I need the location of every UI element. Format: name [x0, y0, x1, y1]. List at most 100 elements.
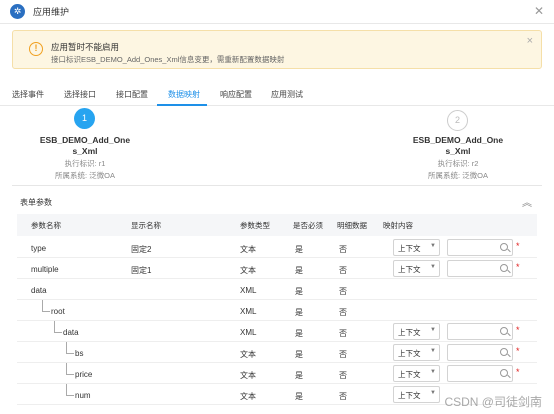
step-2-system: 所属系统: 泛微OA	[427, 171, 488, 180]
required-value: 是	[295, 371, 303, 380]
param-type: XML	[240, 328, 257, 337]
step-2-name-line2: s_Xml	[445, 146, 471, 156]
required-asterisk: *	[516, 367, 520, 377]
tree-connector	[66, 384, 74, 396]
search-icon[interactable]	[500, 369, 508, 377]
display-name: 固定1	[131, 266, 152, 275]
search-icon[interactable]	[500, 243, 508, 251]
table-row: data XML 是 否 上下文 ▼ *	[17, 321, 537, 342]
chevron-down-icon: ▼	[430, 390, 436, 396]
param-name: data	[63, 328, 79, 337]
mapping-select[interactable]: 上下文 ▼	[393, 239, 440, 256]
wizard-tabs: 选择事件 选择接口 接口配置 数据映射 响应配置 应用测试	[0, 84, 554, 106]
alert-description: 接口标识ESB_DEMO_Add_Ones_Xml信息变更，需重新配置数据映射	[51, 55, 285, 64]
alert-close-icon[interactable]: ×	[527, 35, 533, 47]
table-row: multiple 固定1 文本 是 否 上下文 ▼ *	[17, 258, 537, 279]
mapping-select[interactable]: 上下文 ▼	[393, 323, 440, 340]
collapse-up-icon[interactable]: ︽	[522, 194, 532, 209]
param-type: 文本	[240, 350, 256, 359]
param-name: root	[51, 307, 65, 316]
step-1-exec-id: 执行标识: r1	[64, 159, 106, 168]
mapping-select[interactable]: 上下文 ▼	[393, 260, 440, 277]
mapping-select-value: 上下文	[398, 370, 421, 379]
required-value: 是	[295, 245, 303, 254]
param-name: bs	[75, 349, 84, 358]
tab-data-mapping[interactable]: 数据映射	[168, 89, 200, 100]
param-name: multiple	[31, 265, 59, 274]
csdn-watermark: CSDN @司徒剑南	[444, 395, 542, 409]
required-value: 是	[295, 329, 303, 338]
required-asterisk: *	[516, 262, 520, 272]
display-name: 固定2	[131, 245, 152, 254]
mapping-select-value: 上下文	[398, 244, 421, 253]
tab-interface-config[interactable]: 接口配置	[116, 89, 148, 100]
warning-icon: !	[29, 42, 43, 56]
header-param-type: 参数类型	[240, 221, 270, 230]
panel-title: 表单参数	[20, 198, 52, 207]
header-required: 是否必须	[293, 221, 323, 230]
search-icon[interactable]	[500, 264, 508, 272]
mapping-select-value: 上下文	[398, 265, 421, 274]
detail-value: 否	[339, 287, 347, 296]
snowflake-icon: ✲	[10, 4, 25, 19]
close-icon[interactable]: ✕	[534, 4, 544, 18]
param-type: 文本	[240, 392, 256, 401]
search-icon[interactable]	[500, 327, 508, 335]
required-value: 是	[295, 266, 303, 275]
step-2-exec-id: 执行标识: r2	[437, 159, 479, 168]
active-tab-indicator	[157, 104, 207, 106]
param-name: num	[75, 391, 91, 400]
window-title: 应用维护	[33, 7, 70, 17]
search-icon[interactable]	[500, 348, 508, 356]
form-params-panel: 表单参数 ︽ 参数名称 显示名称 参数类型 是否必须 明细数据 映射内容 typ…	[12, 185, 542, 414]
mapping-select-value: 上下文	[398, 349, 421, 358]
chevron-down-icon: ▼	[430, 348, 436, 354]
tab-app-test[interactable]: 应用测试	[271, 89, 303, 100]
detail-value: 否	[339, 308, 347, 317]
step-1-name-line1: ESB_DEMO_Add_One	[39, 135, 131, 145]
required-asterisk: *	[516, 346, 520, 356]
chevron-down-icon: ▼	[430, 243, 436, 249]
mapping-input[interactable]	[447, 365, 513, 382]
param-type: 文本	[240, 371, 256, 380]
detail-value: 否	[339, 329, 347, 338]
tab-select-event[interactable]: 选择事件	[12, 89, 44, 100]
detail-value: 否	[339, 245, 347, 254]
mapping-select-value: 上下文	[398, 391, 421, 400]
step-2-name-line1: ESB_DEMO_Add_One	[412, 135, 504, 145]
table-row: type 固定2 文本 是 否 上下文 ▼ *	[17, 237, 537, 258]
step-2-circle[interactable]: 2	[447, 110, 468, 131]
required-asterisk: *	[516, 325, 520, 335]
required-value: 是	[295, 392, 303, 401]
tab-response-config[interactable]: 响应配置	[220, 89, 252, 100]
mapping-input[interactable]	[447, 323, 513, 340]
chevron-down-icon: ▼	[430, 369, 436, 375]
header-param-name: 参数名称	[31, 221, 61, 230]
step-1-system: 所属系统: 泛微OA	[54, 171, 115, 180]
header-display-name: 显示名称	[131, 221, 161, 230]
mapping-input[interactable]	[447, 344, 513, 361]
tree-connector	[42, 300, 50, 312]
mapping-select[interactable]: 上下文 ▼	[393, 344, 440, 361]
tree-connector	[66, 342, 74, 354]
mapping-select[interactable]: 上下文 ▼	[393, 365, 440, 382]
chevron-down-icon: ▼	[430, 327, 436, 333]
mapping-select-value: 上下文	[398, 328, 421, 337]
header-detail: 明细数据	[337, 221, 367, 230]
param-type: 文本	[240, 266, 256, 275]
tab-select-interface[interactable]: 选择接口	[64, 89, 96, 100]
required-asterisk: *	[516, 241, 520, 251]
param-type: 文本	[240, 245, 256, 254]
required-value: 是	[295, 308, 303, 317]
table-row: bs 文本 是 否 上下文 ▼ *	[17, 342, 537, 363]
mapping-input[interactable]	[447, 239, 513, 256]
mapping-select[interactable]: 上下文 ▼	[393, 386, 440, 403]
param-type: XML	[240, 286, 257, 295]
step-1-circle[interactable]: 1	[74, 108, 95, 129]
warning-alert: ! 应用暂时不能启用 接口标识ESB_DEMO_Add_Ones_Xml信息变更…	[12, 30, 542, 69]
param-type: XML	[240, 307, 257, 316]
header-mapping: 映射内容	[383, 221, 413, 230]
mapping-input[interactable]	[447, 260, 513, 277]
detail-value: 否	[339, 392, 347, 401]
detail-value: 否	[339, 266, 347, 275]
